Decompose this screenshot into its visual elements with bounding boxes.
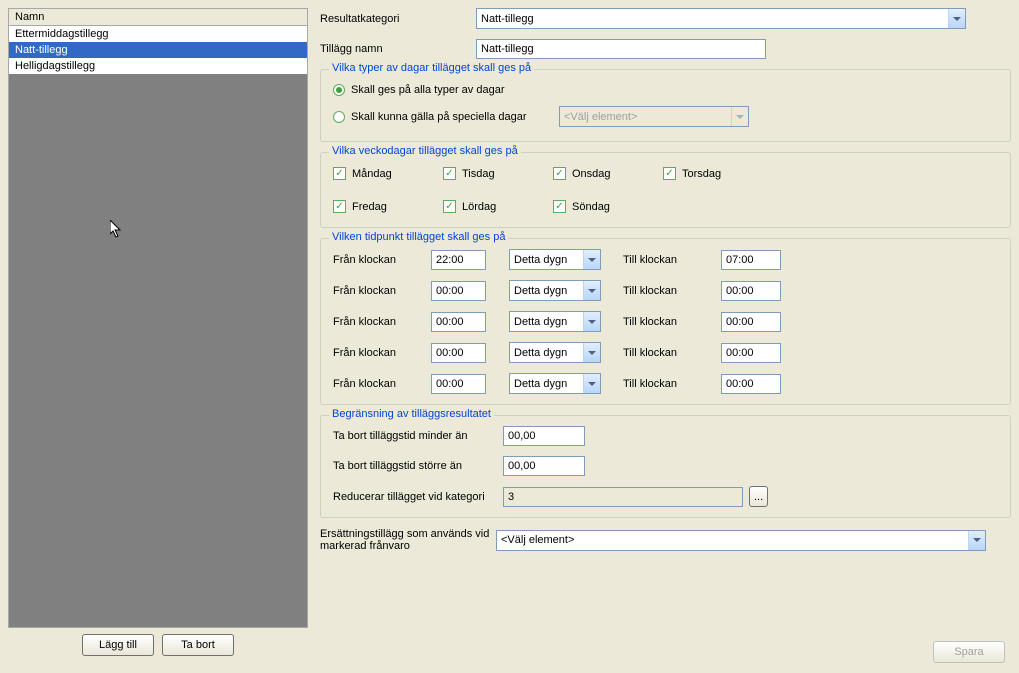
- list-item[interactable]: Helligdagstillegg: [9, 58, 307, 74]
- radio-all-days[interactable]: [333, 84, 345, 96]
- chevron-down-icon[interactable]: [583, 281, 600, 300]
- label-sun: Söndag: [572, 201, 610, 213]
- result-category-combo[interactable]: Natt-tillegg: [476, 8, 966, 29]
- list-item[interactable]: Ettermiddagstillegg: [9, 26, 307, 42]
- label-mon: Måndag: [352, 168, 392, 180]
- day-types-group: Vilka typer av dagar tillägget skall ges…: [320, 69, 1011, 142]
- from-label: Från klockan: [333, 347, 413, 359]
- checkbox-fri[interactable]: ✓: [333, 200, 346, 213]
- name-input[interactable]: [476, 39, 766, 59]
- save-button[interactable]: Spara: [933, 641, 1005, 663]
- day-combo[interactable]: Detta dygn: [509, 280, 601, 301]
- checkbox-sat[interactable]: ✓: [443, 200, 456, 213]
- from-time-input[interactable]: [431, 374, 486, 394]
- to-time-input[interactable]: [721, 281, 781, 301]
- from-time-input[interactable]: [431, 312, 486, 332]
- limits-group: Begränsning av tilläggsresultatet Ta bor…: [320, 415, 1011, 518]
- from-label: Från klockan: [333, 378, 413, 390]
- chevron-down-icon[interactable]: [583, 250, 600, 269]
- to-label: Till klockan: [623, 347, 703, 359]
- limits-legend: Begränsning av tilläggsresultatet: [329, 408, 494, 420]
- day-combo[interactable]: Detta dygn: [509, 311, 601, 332]
- from-label: Från klockan: [333, 285, 413, 297]
- browse-button[interactable]: ...: [749, 486, 768, 507]
- day-combo[interactable]: Detta dygn: [509, 342, 601, 363]
- label-fri: Fredag: [352, 201, 387, 213]
- list-header[interactable]: Namn: [8, 8, 308, 26]
- less-input[interactable]: [503, 426, 585, 446]
- label-wed: Onsdag: [572, 168, 611, 180]
- from-time-input[interactable]: [431, 250, 486, 270]
- to-time-input[interactable]: [721, 343, 781, 363]
- checkbox-wed[interactable]: ✓: [553, 167, 566, 180]
- checkbox-mon[interactable]: ✓: [333, 167, 346, 180]
- to-label: Till klockan: [623, 316, 703, 328]
- to-label: Till klockan: [623, 378, 703, 390]
- more-label: Ta bort tilläggstid större än: [333, 460, 503, 472]
- checkbox-sun[interactable]: ✓: [553, 200, 566, 213]
- chevron-down-icon: [731, 107, 748, 126]
- label-tue: Tisdag: [462, 168, 495, 180]
- radio-special-days-label: Skall kunna gälla på speciella dagar: [351, 111, 553, 123]
- label-sat: Lördag: [462, 201, 496, 213]
- reduce-input: [503, 487, 743, 507]
- replacement-combo[interactable]: <Välj element>: [496, 530, 986, 551]
- label-thu: Torsdag: [682, 168, 721, 180]
- result-category-value: Natt-tillegg: [481, 13, 534, 25]
- day-combo[interactable]: Detta dygn: [509, 249, 601, 270]
- special-days-combo: <Välj element>: [559, 106, 749, 127]
- replacement-label: Ersättningstillägg som används vid marke…: [320, 528, 496, 552]
- chevron-down-icon[interactable]: [583, 374, 600, 393]
- from-label: Från klockan: [333, 254, 413, 266]
- replacement-value: <Välj element>: [501, 534, 574, 546]
- chevron-down-icon[interactable]: [583, 312, 600, 331]
- list-item[interactable]: Natt-tillegg: [9, 42, 307, 58]
- radio-all-days-label: Skall ges på alla typer av dagar: [351, 84, 504, 96]
- reduce-label: Reducerar tillägget vid kategori: [333, 491, 503, 503]
- times-legend: Vilken tidpunkt tillägget skall ges på: [329, 231, 508, 243]
- chevron-down-icon[interactable]: [948, 9, 965, 28]
- times-group: Vilken tidpunkt tillägget skall ges på F…: [320, 238, 1011, 405]
- name-label: Tillägg namn: [320, 43, 476, 55]
- weekdays-group: Vilka veckodagar tillägget skall ges på …: [320, 152, 1011, 228]
- chevron-down-icon[interactable]: [583, 343, 600, 362]
- remove-button[interactable]: Ta bort: [162, 634, 234, 656]
- more-input[interactable]: [503, 456, 585, 476]
- radio-special-days[interactable]: [333, 111, 345, 123]
- less-label: Ta bort tilläggstid minder än: [333, 430, 503, 442]
- checkbox-tue[interactable]: ✓: [443, 167, 456, 180]
- to-time-input[interactable]: [721, 250, 781, 270]
- from-time-input[interactable]: [431, 343, 486, 363]
- from-label: Från klockan: [333, 316, 413, 328]
- to-label: Till klockan: [623, 285, 703, 297]
- from-time-input[interactable]: [431, 281, 486, 301]
- checkbox-thu[interactable]: ✓: [663, 167, 676, 180]
- name-list[interactable]: Ettermiddagstillegg Natt-tillegg Helligd…: [8, 26, 308, 628]
- result-category-label: Resultatkategori: [320, 13, 476, 25]
- day-types-legend: Vilka typer av dagar tillägget skall ges…: [329, 62, 534, 74]
- special-days-placeholder: <Välj element>: [564, 111, 637, 123]
- weekdays-legend: Vilka veckodagar tillägget skall ges på: [329, 145, 521, 157]
- to-time-input[interactable]: [721, 312, 781, 332]
- to-time-input[interactable]: [721, 374, 781, 394]
- day-combo[interactable]: Detta dygn: [509, 373, 601, 394]
- to-label: Till klockan: [623, 254, 703, 266]
- add-button[interactable]: Lägg till: [82, 634, 154, 656]
- chevron-down-icon[interactable]: [968, 531, 985, 550]
